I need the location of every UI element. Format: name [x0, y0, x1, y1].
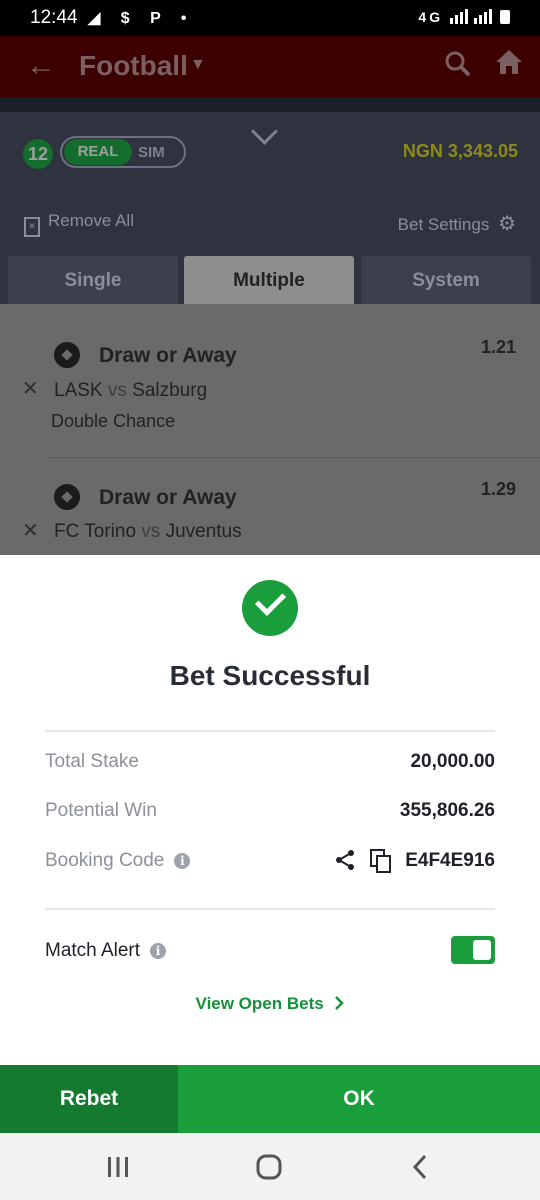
selection-odds: 1.29 — [480, 479, 516, 499]
caret-down-icon[interactable]: ▼ — [190, 56, 206, 74]
tab-multiple[interactable]: Multiple — [184, 256, 354, 304]
selection-match: LASK vs Salzburg — [54, 380, 208, 401]
selection-title: Draw or Away — [99, 486, 237, 509]
booking-code-label: Booking Code i — [45, 850, 191, 872]
match-alert-label: Match Alert i — [45, 940, 167, 962]
signal-battery-icons: 4G — [418, 8, 512, 25]
rebet-button[interactable]: Rebet — [0, 1065, 178, 1133]
football-icon — [54, 484, 80, 510]
account-balance: NGN 3,343.05 — [402, 141, 518, 161]
selection-count-badge: 12 — [23, 139, 53, 169]
tab-system[interactable]: System — [361, 256, 531, 304]
success-check-icon — [242, 580, 298, 636]
arrow-left-icon[interactable]: ← — [26, 49, 56, 83]
potential-win-value: 355,806.26 — [399, 800, 495, 821]
match-alert-toggle[interactable] — [451, 936, 495, 964]
football-icon — [54, 342, 80, 368]
selection-title: Draw or Away — [99, 344, 237, 367]
sport-selector[interactable]: Football — [79, 50, 188, 82]
view-open-bets-link[interactable]: View Open Bets — [0, 994, 540, 1014]
chevron-right-icon — [334, 994, 345, 1013]
info-icon[interactable]: i — [174, 853, 191, 869]
booking-code-value: E4F4E916 — [405, 850, 495, 871]
ok-button[interactable]: OK — [178, 1065, 540, 1133]
recents-icon[interactable] — [106, 1155, 130, 1184]
bet-settings-button[interactable]: Bet Settings ⚙ — [398, 211, 516, 236]
potential-win-label: Potential Win — [45, 800, 157, 821]
sim-mode-option[interactable]: SIM — [138, 144, 165, 161]
modal-title: Bet Successful — [169, 660, 371, 691]
selection-market: Double Chance — [51, 411, 176, 431]
total-stake-label: Total Stake — [45, 751, 139, 772]
remove-selection-icon[interactable]: ✕ — [22, 376, 39, 401]
home-icon[interactable] — [494, 48, 524, 83]
gear-icon: ⚙ — [498, 213, 516, 235]
tab-single[interactable]: Single — [8, 256, 178, 304]
divider — [45, 908, 495, 910]
search-icon[interactable] — [444, 50, 472, 85]
real-mode-option[interactable]: REAL — [64, 139, 132, 165]
back-nav-icon[interactable] — [410, 1154, 430, 1185]
divider — [50, 457, 540, 458]
total-stake-value: 20,000.00 — [410, 751, 495, 772]
trash-icon: ✕ — [24, 217, 40, 237]
home-nav-icon[interactable] — [256, 1154, 282, 1185]
info-icon[interactable]: i — [150, 943, 167, 959]
share-icon[interactable] — [333, 848, 357, 877]
status-bar: 12:44 ◢ $ P • 4G — [0, 0, 540, 36]
system-nav-bar — [0, 1133, 540, 1200]
app-header: ← Football ▼ — [0, 36, 540, 98]
divider — [45, 730, 495, 732]
selection-match: FC Torino vs Juventus — [54, 521, 242, 542]
status-time: 12:44 — [30, 7, 78, 28]
remove-selection-icon[interactable]: ✕ — [22, 518, 39, 543]
notification-icons: ◢ $ P • — [88, 10, 195, 27]
selection-odds: 1.21 — [480, 337, 516, 357]
remove-all-button[interactable]: ✕ Remove All — [24, 211, 134, 237]
copy-icon[interactable] — [369, 848, 393, 879]
